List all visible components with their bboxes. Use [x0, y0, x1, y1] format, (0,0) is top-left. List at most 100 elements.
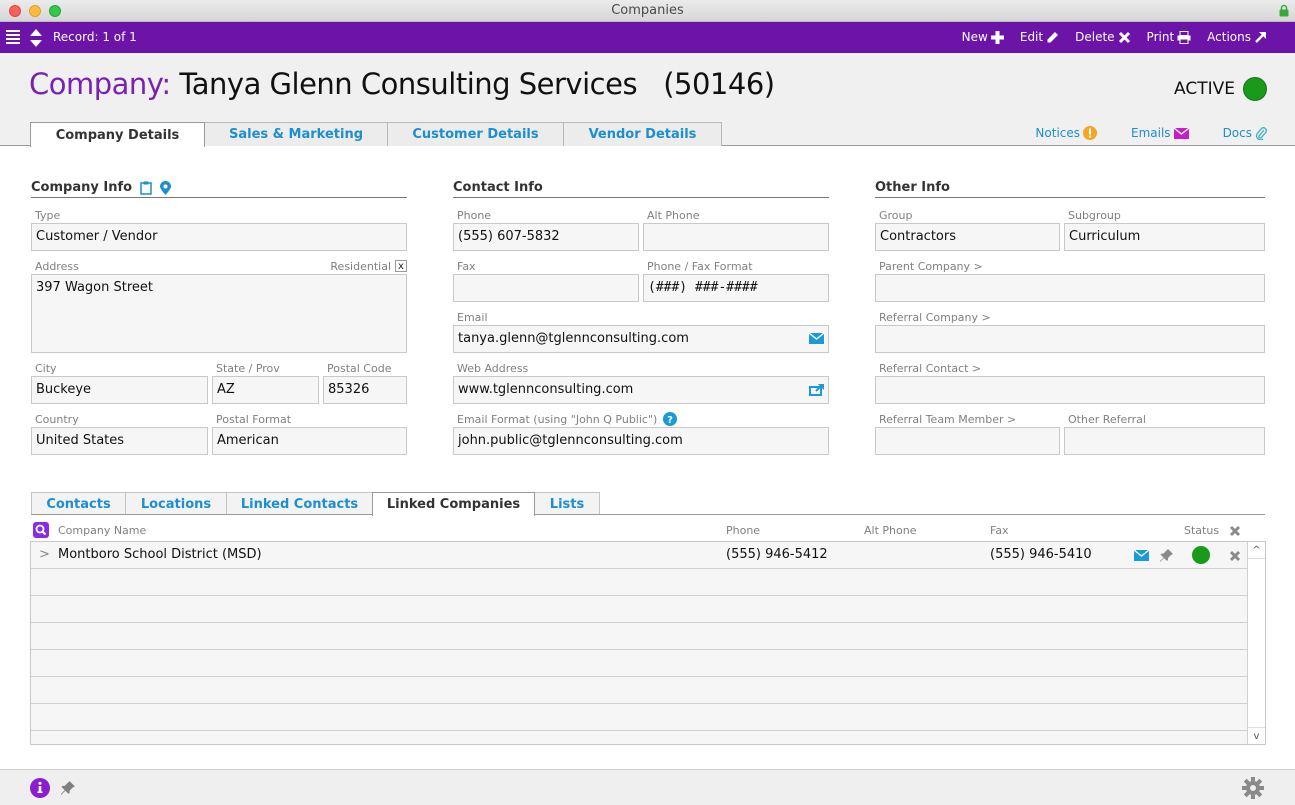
record-counter: Record: 1 of 1: [53, 30, 137, 44]
group-input[interactable]: Contractors: [875, 223, 1060, 251]
table-row[interactable]: > Montboro School District (MSD) (555) 9…: [31, 542, 1247, 569]
edit-label: Edit: [1019, 30, 1044, 44]
pin-icon[interactable]: [1160, 548, 1174, 562]
send-email-icon[interactable]: [809, 333, 824, 344]
country-field: Country United States: [31, 411, 208, 455]
docs-link[interactable]: Docs: [1223, 126, 1267, 140]
phone-input[interactable]: (555) 607-5832: [453, 223, 639, 251]
email-input[interactable]: tanya.glenn@tglennconsulting.com: [453, 325, 829, 353]
tab-sales-marketing[interactable]: Sales & Marketing: [204, 122, 388, 146]
print-label: Print: [1146, 30, 1175, 44]
notices-link[interactable]: Notices: [1035, 126, 1098, 140]
subgroup-input[interactable]: Curriculum: [1064, 223, 1265, 251]
postal-code-input[interactable]: 85326: [323, 376, 407, 404]
tab-vendor-details[interactable]: Vendor Details: [563, 122, 722, 146]
subgroup-label: Subgroup: [1068, 208, 1121, 222]
search-icon[interactable]: [33, 522, 49, 538]
page-title: Company: Tanya Glenn Consulting Services…: [29, 67, 775, 101]
phone-format-input[interactable]: (###) ###-####: [643, 274, 829, 302]
country-input[interactable]: United States: [31, 427, 208, 455]
delete-button[interactable]: Delete: [1075, 30, 1130, 44]
residential-label: Residential: [330, 259, 391, 273]
referral-team-member-field: Referral Team Member >: [875, 411, 1060, 455]
company-label: Company:: [29, 67, 171, 101]
contact-info-section: Contact Info: [453, 178, 829, 198]
tab-company-details[interactable]: Company Details: [30, 122, 205, 147]
new-label: New: [961, 30, 988, 44]
record-navigator-icon[interactable]: [29, 28, 43, 48]
help-icon[interactable]: ?: [663, 412, 678, 426]
referral-company-label[interactable]: Referral Company >: [879, 311, 991, 324]
tab-linked-companies[interactable]: Linked Companies: [372, 492, 535, 516]
col-alt-phone[interactable]: Alt Phone: [864, 524, 916, 537]
email-format-input[interactable]: john.public@tglennconsulting.com: [453, 427, 829, 455]
city-input[interactable]: Buckeye: [31, 376, 208, 404]
gear-icon[interactable]: [1242, 777, 1264, 799]
tab-lists[interactable]: Lists: [534, 492, 600, 515]
address-field: Address Residential x 397 Wagon Street: [31, 258, 407, 353]
info-icon[interactable]: [30, 778, 50, 798]
alt-phone-label: Alt Phone: [647, 208, 700, 222]
title-bar: Companies: [0, 0, 1295, 22]
parent-company-input[interactable]: [875, 274, 1265, 302]
company-id: (50146): [663, 67, 775, 101]
col-phone[interactable]: Phone: [726, 524, 760, 537]
referral-company-input[interactable]: [875, 325, 1265, 353]
scroll-up-button[interactable]: ^: [1248, 542, 1265, 559]
type-input[interactable]: Customer / Vendor: [31, 223, 407, 251]
address-input[interactable]: 397 Wagon Street: [31, 274, 407, 353]
referral-team-member-input[interactable]: [875, 427, 1060, 455]
other-referral-label: Other Referral: [1068, 412, 1146, 426]
residential-checkbox[interactable]: x: [395, 260, 407, 272]
email-icon[interactable]: [1134, 550, 1149, 561]
referral-contact-input[interactable]: [875, 376, 1265, 404]
emails-label: Emails: [1131, 126, 1171, 140]
web-address-input[interactable]: www.tglennconsulting.com: [453, 376, 829, 404]
alt-phone-field: Alt Phone: [643, 207, 829, 251]
remove-all-icon[interactable]: [1229, 525, 1241, 537]
plus-icon: [990, 30, 1004, 44]
tab-linked-contacts[interactable]: Linked Contacts: [226, 492, 373, 515]
state-input[interactable]: AZ: [212, 376, 319, 404]
fax-input[interactable]: [453, 274, 639, 302]
col-status[interactable]: Status: [1184, 524, 1219, 537]
map-pin-icon[interactable]: [160, 180, 172, 195]
actions-button[interactable]: Actions: [1207, 30, 1267, 44]
toolbar: Record: 1 of 1 New Edit Delete Print Act…: [0, 22, 1295, 53]
tab-locations[interactable]: Locations: [125, 492, 227, 515]
print-button[interactable]: Print: [1147, 30, 1192, 44]
col-fax[interactable]: Fax: [990, 524, 1009, 537]
pin-icon[interactable]: [61, 780, 76, 795]
parent-company-label[interactable]: Parent Company >: [879, 260, 983, 273]
col-company-name[interactable]: Company Name: [58, 524, 146, 537]
emails-link[interactable]: Emails: [1131, 126, 1189, 140]
open-link-icon[interactable]: [809, 384, 824, 396]
edit-button[interactable]: Edit: [1020, 30, 1059, 44]
web-address-label: Web Address: [457, 361, 529, 375]
linked-companies-grid: > Montboro School District (MSD) (555) 9…: [30, 541, 1266, 745]
country-label: Country: [35, 412, 79, 426]
new-button[interactable]: New: [962, 30, 1004, 44]
postal-code-field: Postal Code 85326: [323, 360, 407, 404]
web-address-value: www.tglennconsulting.com: [458, 382, 634, 397]
referral-contact-label[interactable]: Referral Contact >: [879, 362, 981, 375]
status-dot-icon: [1243, 77, 1267, 101]
section-header: Company Info: [31, 178, 407, 198]
tab-customer-details[interactable]: Customer Details: [387, 122, 564, 146]
expand-row-icon[interactable]: >: [39, 547, 50, 562]
referral-team-member-label[interactable]: Referral Team Member >: [879, 413, 1016, 426]
tab-contacts[interactable]: Contacts: [31, 492, 126, 515]
clipboard-icon[interactable]: [140, 181, 152, 195]
phone-cell: (555) 946-5412: [726, 547, 828, 562]
postal-format-input[interactable]: American: [212, 427, 407, 455]
alt-phone-input[interactable]: [643, 223, 829, 251]
remove-row-icon[interactable]: [1229, 550, 1241, 562]
grid-scrollbar[interactable]: ^ v: [1247, 542, 1265, 744]
table-row: [31, 569, 1247, 596]
menu-icon[interactable]: [6, 30, 20, 44]
company-name: Tanya Glenn Consulting Services: [179, 67, 638, 101]
scroll-down-button[interactable]: v: [1248, 727, 1265, 744]
referral-contact-field: Referral Contact >: [875, 360, 1265, 404]
phone-format-field: Phone / Fax Format (###) ###-####: [643, 258, 829, 302]
other-referral-input[interactable]: [1064, 427, 1265, 455]
